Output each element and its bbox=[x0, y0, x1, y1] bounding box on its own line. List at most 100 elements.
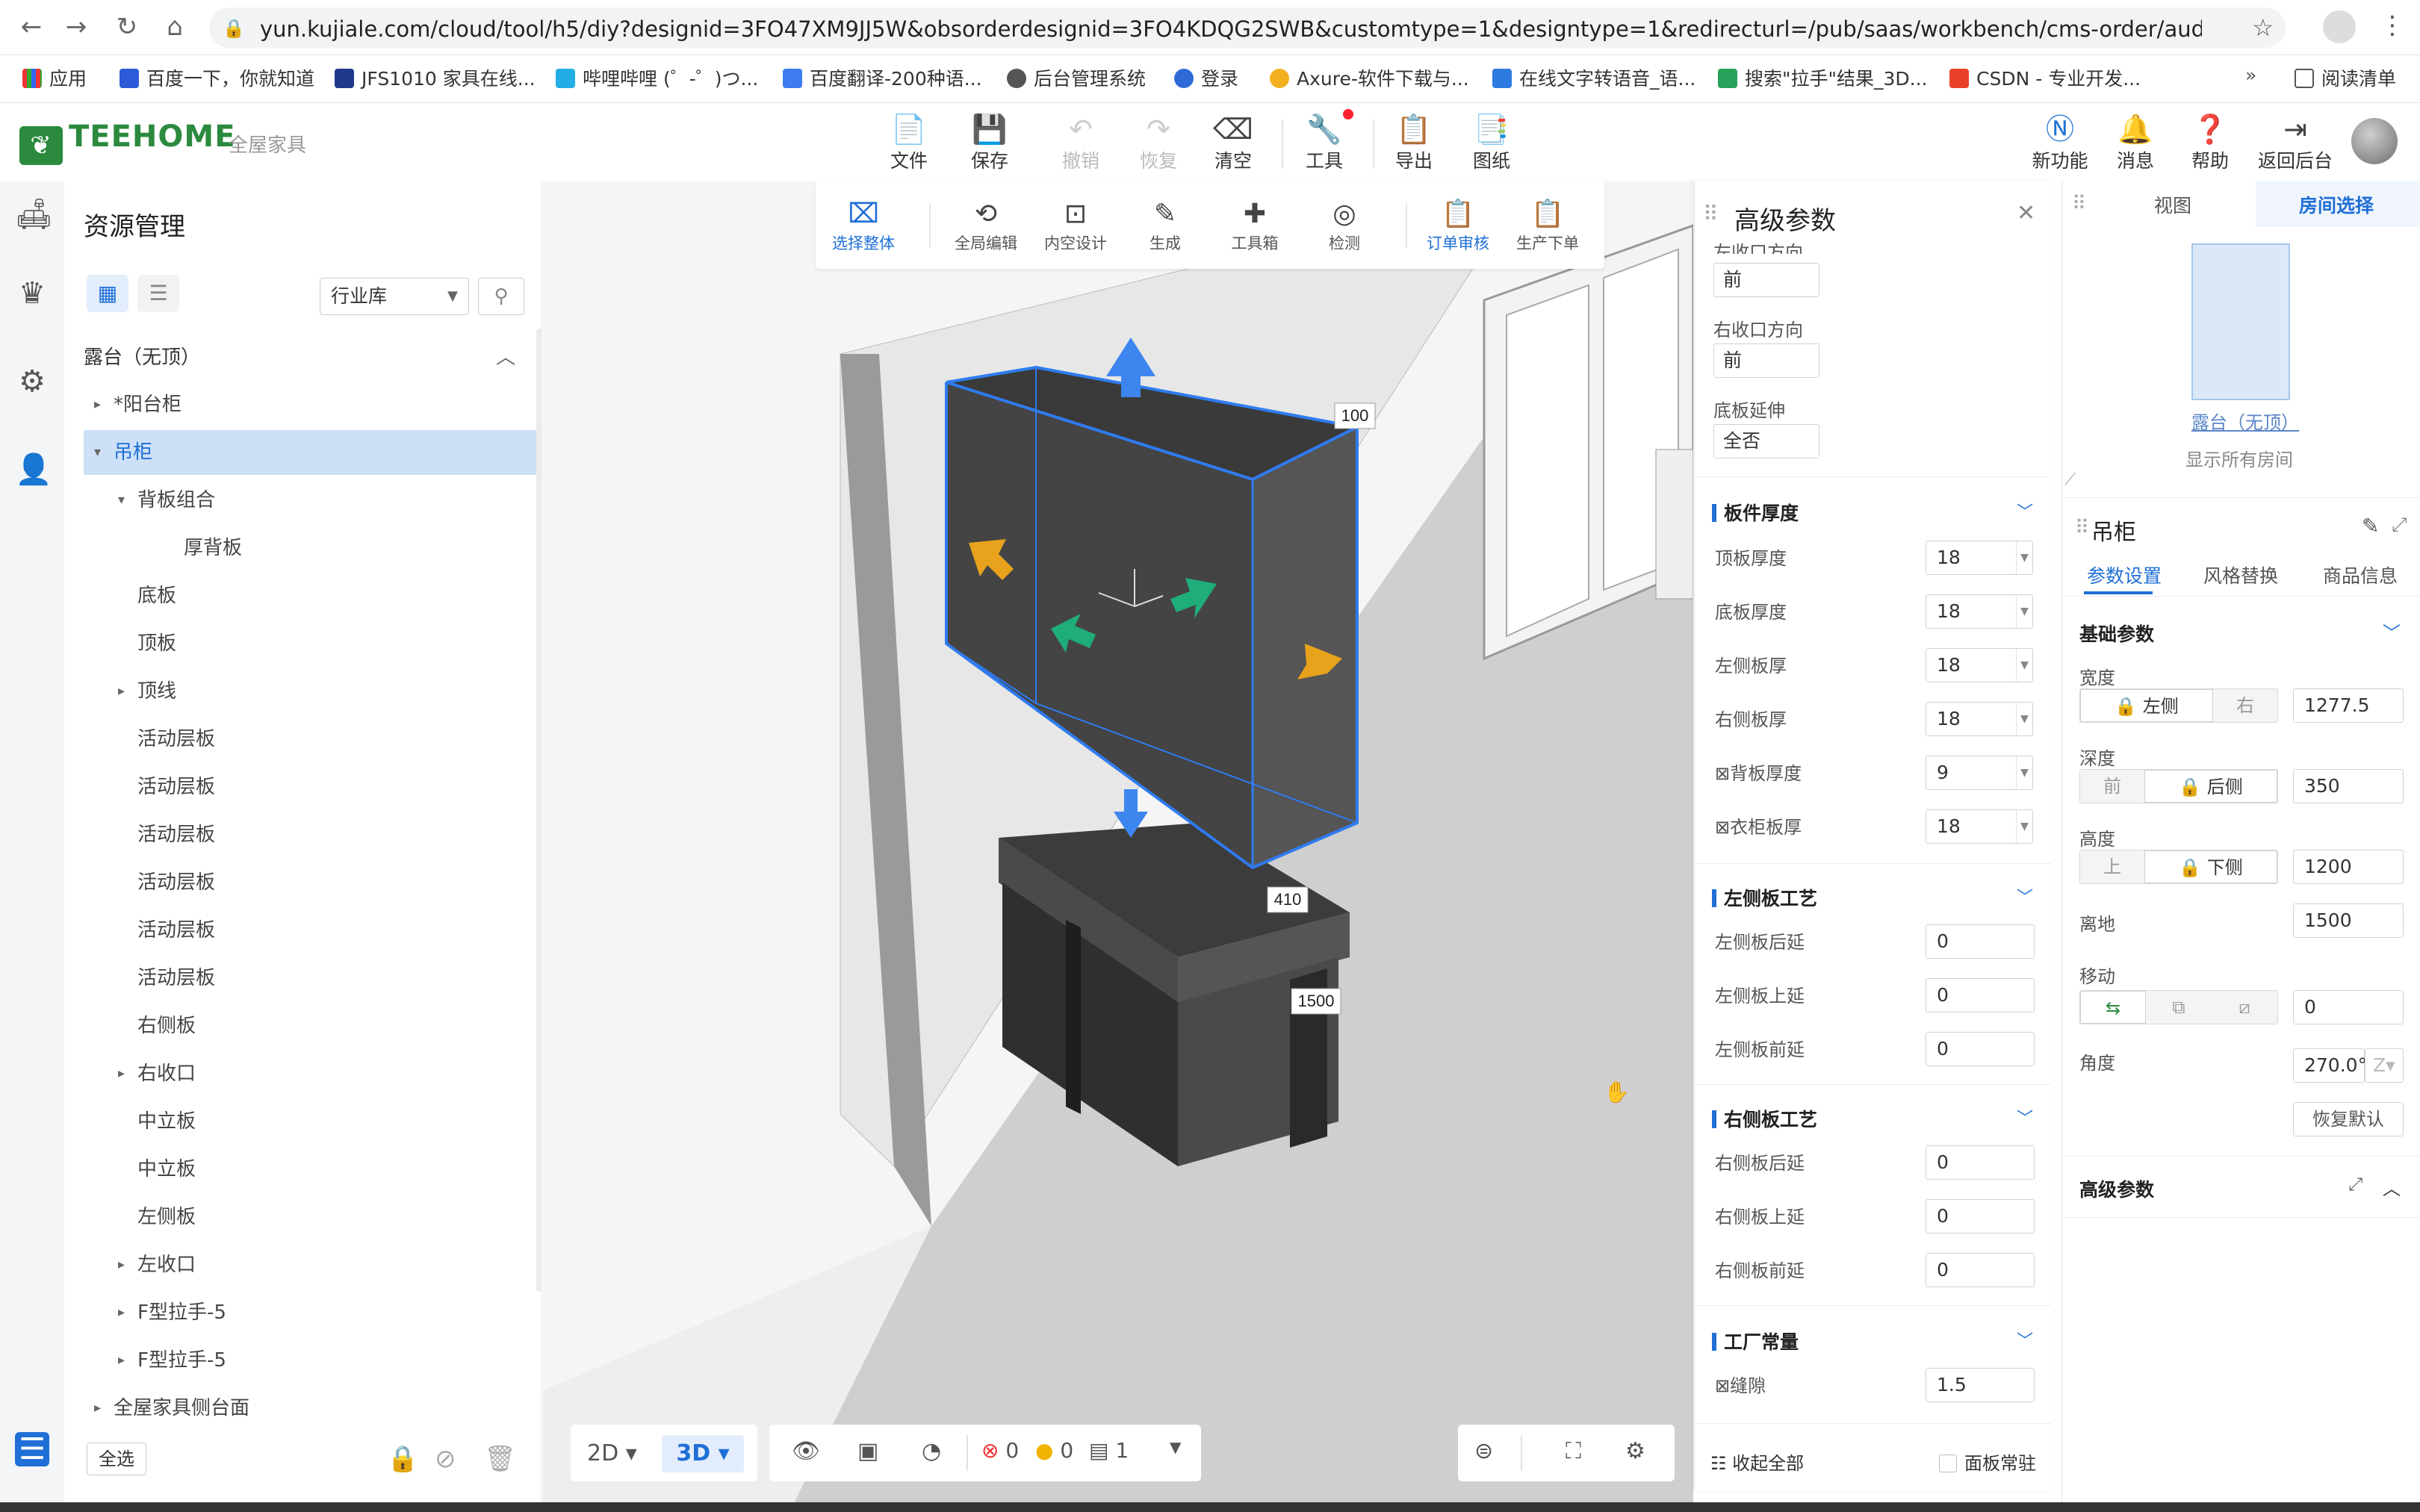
frame-icon[interactable]: ⛶ bbox=[1566, 1438, 1581, 1464]
layers-icon[interactable]: ☰ bbox=[15, 1432, 49, 1466]
width-anchor-left[interactable]: 🔒 左侧 bbox=[2080, 689, 2213, 722]
left-panel-section-title[interactable]: 左侧板工艺 bbox=[1712, 884, 1817, 911]
chevron-down-icon[interactable]: ﹀ bbox=[2017, 1105, 2033, 1129]
hide-icon[interactable]: ⊘ bbox=[435, 1444, 456, 1474]
reload-icon[interactable]: ↻ bbox=[111, 10, 143, 43]
tree-item[interactable]: 左侧板 bbox=[64, 1195, 542, 1239]
tree-item[interactable]: ▸ 左收口 bbox=[64, 1242, 542, 1287]
param-select[interactable]: 18 ▼ bbox=[1926, 594, 2033, 629]
back-to-admin-button[interactable]: ⇥ 返回后台 bbox=[2254, 112, 2336, 173]
tree-item[interactable]: 活动层板 bbox=[64, 765, 542, 809]
generate-tool[interactable]: ✎ 生成 bbox=[1120, 197, 1210, 254]
help-button[interactable]: ❓ 帮助 bbox=[2177, 112, 2244, 173]
mode-2d-button[interactable]: 2D ▾ bbox=[587, 1435, 637, 1472]
user-avatar[interactable] bbox=[2351, 118, 2398, 164]
select-whole-tool[interactable]: ⌧ 选择整体 bbox=[819, 197, 908, 254]
bookmark-bilibili[interactable]: 哔哩哔哩 (゜-゜)つ... bbox=[556, 64, 758, 91]
factory-section-title[interactable]: 工厂常量 bbox=[1712, 1328, 1799, 1354]
list-view-icon[interactable]: ☰ bbox=[137, 275, 179, 312]
chevron-up-icon[interactable]: ︿ bbox=[496, 342, 515, 370]
order-review-tool[interactable]: 📋 订单审核 bbox=[1413, 197, 1503, 254]
tab-style-replace[interactable]: 风格替换 bbox=[2203, 561, 2278, 588]
tree-item[interactable]: ▸ 全屋家具侧台面 bbox=[64, 1386, 542, 1431]
caret-right-icon[interactable]: ▸ bbox=[94, 382, 101, 427]
file-button[interactable]: 📄 文件 bbox=[875, 112, 943, 173]
crown-icon[interactable]: ♛ bbox=[15, 276, 49, 311]
angle-input[interactable]: 270.0° bbox=[2293, 1048, 2367, 1083]
tree-item[interactable]: ▸ 顶线 bbox=[64, 669, 542, 714]
close-icon[interactable]: ✕ bbox=[2017, 200, 2035, 226]
move-mode-mirror-icon[interactable]: ⧄ bbox=[2212, 991, 2277, 1024]
address-bar[interactable]: 🔒 yun.kujiale.com/cloud/tool/h5/diy?desi… bbox=[209, 7, 2286, 48]
3d-viewport[interactable]: 100 410 1500 ✋ bbox=[543, 181, 1693, 1512]
drag-handle-icon[interactable]: ⠿ bbox=[2075, 517, 2089, 539]
trash-icon[interactable]: 🗑 bbox=[484, 1444, 516, 1474]
undo-button[interactable]: ↶ 撤销 bbox=[1047, 112, 1114, 173]
tree-item[interactable]: 中立板 bbox=[64, 1147, 542, 1192]
toolbox-tool[interactable]: ✚ 工具箱 bbox=[1210, 197, 1300, 254]
tree-item[interactable]: 活动层板 bbox=[64, 956, 542, 1001]
bookmark-star-icon[interactable]: ☆ bbox=[2252, 13, 2274, 42]
tree-item[interactable]: ▾ 吊柜 bbox=[64, 430, 542, 475]
bookmark-fanyi[interactable]: 百度翻译-200种语... bbox=[783, 64, 982, 91]
drag-handle-icon[interactable]: ⠿ bbox=[1703, 202, 1719, 226]
scene-canvas[interactable]: 100 410 1500 ✋ bbox=[543, 181, 1693, 1512]
cut-direction-select[interactable]: 前 bbox=[1713, 263, 1819, 297]
tree-item[interactable]: 底板 bbox=[64, 573, 542, 618]
sofa-icon[interactable]: 🛋 bbox=[15, 197, 53, 231]
production-order-tool[interactable]: 📋 生产下单 bbox=[1503, 197, 1592, 254]
param-select[interactable]: 18 ▼ bbox=[1926, 648, 2033, 682]
move-mode-copy-icon[interactable]: ⧉ bbox=[2146, 991, 2212, 1024]
room-minimap[interactable] bbox=[2191, 243, 2290, 400]
export-button[interactable]: 📋 导出 bbox=[1380, 112, 1448, 173]
tree-item[interactable]: 顶板 bbox=[64, 621, 542, 666]
interior-design-tool[interactable]: ⊡ 内空设计 bbox=[1031, 197, 1120, 254]
panel-pin-checkbox[interactable]: 面板常驻 bbox=[1939, 1449, 2036, 1475]
chevron-down-icon[interactable]: ﹀ bbox=[2017, 884, 2033, 908]
angle-axis-select[interactable]: Z▾ bbox=[2365, 1048, 2404, 1083]
reading-list[interactable]: 阅读清单 bbox=[2295, 64, 2396, 91]
chevron-down-icon[interactable]: ﹀ bbox=[2017, 1328, 2033, 1351]
param-input[interactable]: 0 bbox=[1926, 1199, 2035, 1233]
chevron-down-icon[interactable]: ▼ bbox=[1170, 1438, 1181, 1456]
messages-button[interactable]: 🔔 消息 bbox=[2102, 112, 2169, 173]
bookmarks-overflow[interactable]: » bbox=[2245, 64, 2256, 86]
bookmark-baidu[interactable]: 百度一下，你就知道 bbox=[120, 64, 314, 91]
tab-params[interactable]: 参数设置 bbox=[2087, 561, 2162, 588]
param-select[interactable]: 18 ▼ bbox=[1926, 702, 2033, 736]
tree-scrollbar[interactable] bbox=[536, 329, 542, 1292]
toggle-icon[interactable]: ⊜ bbox=[1474, 1438, 1493, 1464]
depth-anchor-front[interactable]: 前 bbox=[2080, 770, 2144, 803]
mode-3d-button[interactable]: 3D ▾ bbox=[662, 1435, 744, 1472]
warning-count[interactable]: ● 0 bbox=[1035, 1438, 1073, 1463]
tree-item[interactable]: ▸ F型拉手-5 bbox=[64, 1338, 542, 1383]
width-input[interactable]: 1277.5 bbox=[2293, 688, 2404, 723]
height-anchor-bottom[interactable]: 🔒 下侧 bbox=[2144, 850, 2277, 883]
room-name-link[interactable]: 露台（无顶） bbox=[2191, 408, 2299, 434]
advanced-params-section[interactable]: 高级参数 bbox=[2079, 1175, 2154, 1202]
tree-item[interactable]: ▸ F型拉手-5 bbox=[64, 1290, 542, 1335]
caret-right-icon[interactable]: ▸ bbox=[118, 669, 125, 714]
depth-anchor-back[interactable]: 🔒 后侧 bbox=[2144, 770, 2277, 803]
redo-button[interactable]: ↷ 恢复 bbox=[1125, 112, 1192, 173]
cube-icon[interactable]: ▣ bbox=[857, 1438, 878, 1464]
global-edit-tool[interactable]: ⟲ 全局编辑 bbox=[941, 197, 1031, 254]
collapse-all-button[interactable]: ☷ 收起全部 bbox=[1710, 1449, 1804, 1475]
profile-icon[interactable] bbox=[2323, 10, 2356, 43]
eye-icon[interactable]: 👁 bbox=[792, 1438, 820, 1464]
new-features-button[interactable]: Ⓝ 新功能 bbox=[2023, 112, 2097, 173]
caret-down-icon[interactable]: ▾ bbox=[94, 430, 101, 475]
caret-down-icon[interactable]: ▾ bbox=[118, 478, 125, 523]
move-mode-free-icon[interactable]: ⇆ bbox=[2080, 991, 2146, 1024]
bookmark-tts[interactable]: 在线文字转语音_语... bbox=[1492, 64, 1695, 91]
expand-icon[interactable]: ⤢ bbox=[2392, 514, 2407, 537]
back-icon[interactable]: ← bbox=[15, 10, 48, 43]
drawings-button[interactable]: 📑 图纸 bbox=[1458, 112, 1525, 173]
tree-room-header[interactable]: 露台（无顶） bbox=[84, 342, 200, 370]
height-anchor-toggle[interactable]: 上 🔒 下侧 bbox=[2079, 850, 2278, 884]
inspect-tool[interactable]: ◎ 检测 bbox=[1300, 197, 1389, 254]
chevron-down-icon[interactable]: ﹀ bbox=[2383, 618, 2401, 644]
bookmark-csdn[interactable]: CSDN - 专业开发... bbox=[1949, 64, 2141, 91]
caret-right-icon[interactable]: ▸ bbox=[118, 1051, 125, 1096]
url-text[interactable]: yun.kujiale.com/cloud/tool/h5/diy?design… bbox=[260, 16, 2202, 42]
